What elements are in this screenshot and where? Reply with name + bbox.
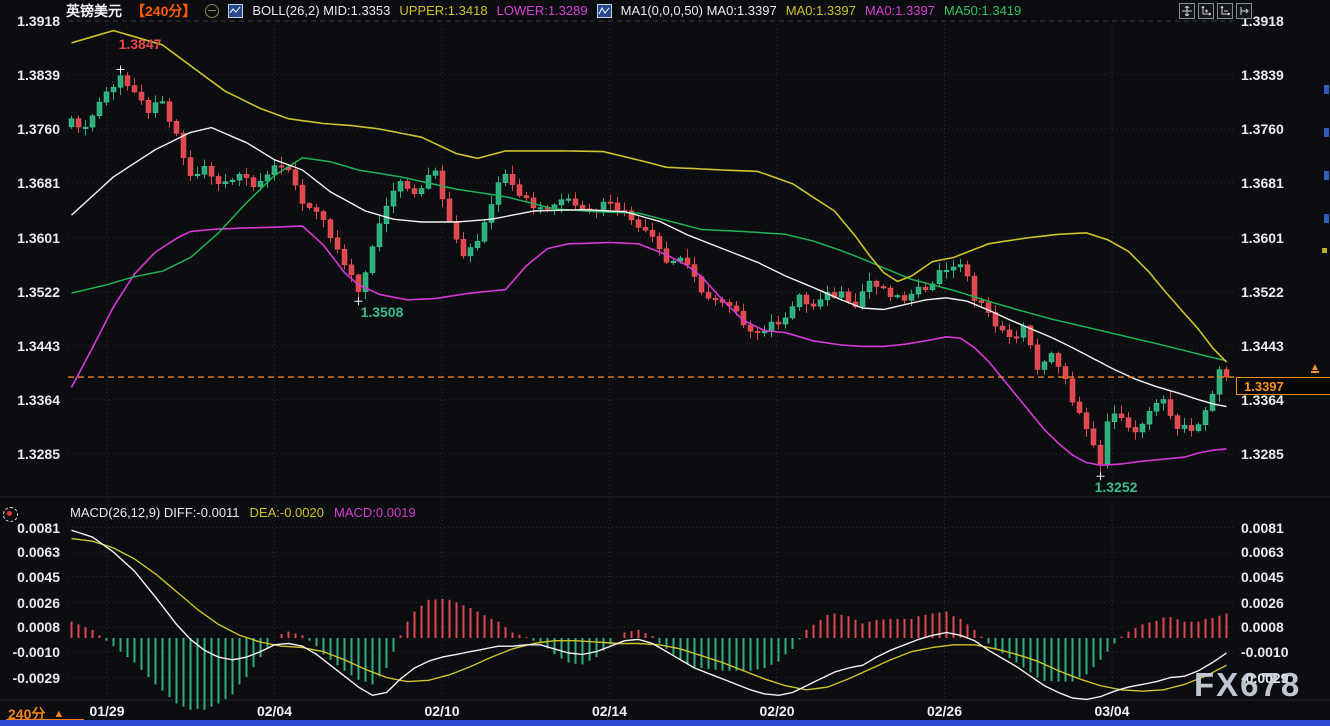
boll-lower-label: LOWER:1.3289: [497, 3, 588, 18]
axis-zoom-out-icon[interactable]: [1217, 3, 1233, 19]
bottom-blue-bar: [0, 720, 1330, 726]
date-axis-label: 02/14: [578, 703, 642, 719]
ma0-yellow-label: MA0:1.3397: [786, 3, 856, 18]
macd-axis-label-right: 0.0081: [1241, 520, 1299, 536]
period-label[interactable]: 【240分】: [131, 1, 196, 21]
price-axis-label-left: 1.3839: [2, 67, 60, 83]
right-edge-clipped-text-fragment: [1324, 214, 1329, 223]
macd-axis-label-left: 0.0026: [2, 595, 60, 611]
price-axis-label-right: 1.3522: [1241, 284, 1299, 300]
macd-axis-label-left: 0.0008: [2, 619, 60, 635]
last-price-value: 1.3397: [1244, 379, 1284, 394]
price-axis-label-right: 1.3839: [1241, 67, 1299, 83]
macd-axis-label-right: -0.0010: [1241, 644, 1299, 660]
boll-upper-label: UPPER:1.3418: [399, 3, 487, 18]
chart-header: 英镑美元 【240分】 BOLL(26,2) MID:1.3353 UPPER:…: [66, 2, 1021, 19]
date-axis-label: 02/26: [913, 703, 977, 719]
price-axis-label-left: 1.3364: [2, 392, 60, 408]
shift-right-icon[interactable]: [1236, 3, 1252, 19]
trading-chart-window: 英镑美元 【240分】 BOLL(26,2) MID:1.3353 UPPER:…: [0, 0, 1330, 726]
price-axis-label-right: 1.3760: [1241, 121, 1299, 137]
price-axis-label-left: 1.3918: [2, 13, 60, 29]
price-axis-label-right: 1.3601: [1241, 230, 1299, 246]
price-axis-label-left: 1.3601: [2, 230, 60, 246]
marked-low2-label: 1.3252: [1076, 479, 1156, 495]
pan-cross-icon[interactable]: [1179, 3, 1195, 19]
macd-header: MACD(26,12,9) DIFF:-0.0011 DEA:-0.0020 M…: [70, 505, 416, 520]
right-edge-clipped-text-fragment: [1324, 128, 1329, 137]
date-axis-label: 02/20: [745, 703, 809, 719]
date-axis-label: 01/29: [75, 703, 139, 719]
axis-zoom-in-icon[interactable]: [1198, 3, 1214, 19]
watermark: FX678: [1194, 666, 1301, 704]
ma0-magenta-label: MA0:1.3397: [865, 3, 935, 18]
date-axis-label: 02/10: [410, 703, 474, 719]
price-axis-label-right: 1.3681: [1241, 175, 1299, 191]
macd-value-label: MACD:0.0019: [334, 505, 416, 520]
ma1-values-label: MA1(0,0,0,50) MA0:1.3397: [621, 3, 777, 18]
macd-axis-label-left: 0.0045: [2, 569, 60, 585]
chart-canvas[interactable]: [0, 0, 1330, 726]
macd-axis-label-left: -0.0029: [2, 670, 60, 686]
date-axis-label: 03/04: [1080, 703, 1144, 719]
right-edge-clipped-text-fragment: [1324, 171, 1329, 180]
price-axis-label-left: 1.3443: [2, 338, 60, 354]
price-axis-label-left: 1.3285: [2, 446, 60, 462]
price-axis-label-right: 1.3285: [1241, 446, 1299, 462]
ma50-label: MA50:1.3419: [944, 3, 1021, 18]
macd-axis-label-right: 0.0045: [1241, 569, 1299, 585]
boll-indicator-icon[interactable]: [228, 4, 243, 18]
macd-axis-label-left: 0.0063: [2, 544, 60, 560]
macd-axis-label-right: 0.0008: [1241, 619, 1299, 635]
right-edge-clipped-text-fragment: [1324, 85, 1329, 94]
price-axis-label-left: 1.3681: [2, 175, 60, 191]
last-price-tag: 1.3397: [1236, 377, 1330, 395]
right-edge-clipped-marker: [1322, 248, 1327, 253]
marked-high-label: 1.3847: [100, 36, 180, 52]
macd-axis-label-right: 0.0063: [1241, 544, 1299, 560]
price-up-arrow-icon: ▲: [1310, 363, 1320, 373]
chart-toolbar: [1179, 3, 1252, 19]
price-axis-label-right: 1.3443: [1241, 338, 1299, 354]
macd-axis-label-left: -0.0010: [2, 644, 60, 660]
ma-indicator-icon[interactable]: [597, 4, 612, 18]
marked-low1-label: 1.3508: [342, 304, 422, 320]
macd-panel-icon[interactable]: [3, 507, 18, 522]
symbol-title: 英镑美元: [66, 1, 122, 21]
boll-values-label: BOLL(26,2) MID:1.3353: [252, 3, 390, 18]
date-axis-label: 02/04: [243, 703, 307, 719]
collapse-icon[interactable]: [205, 4, 219, 18]
price-axis-label-left: 1.3760: [2, 121, 60, 137]
macd-axis-label-right: 0.0026: [1241, 595, 1299, 611]
macd-diff-label: MACD(26,12,9) DIFF:-0.0011: [70, 505, 240, 520]
macd-dea-label: DEA:-0.0020: [250, 505, 324, 520]
price-axis-label-left: 1.3522: [2, 284, 60, 300]
